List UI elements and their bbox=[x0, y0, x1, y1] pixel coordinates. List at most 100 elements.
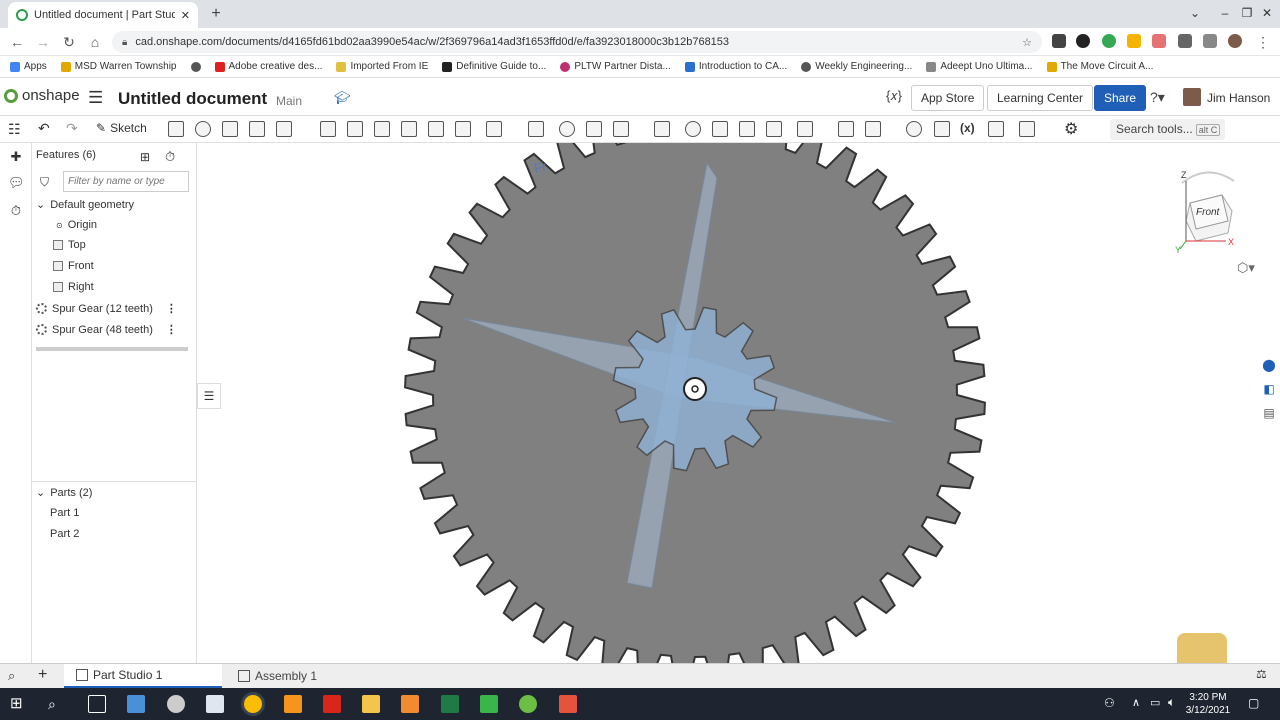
windows-start-icon[interactable]: ⊞ bbox=[10, 695, 28, 713]
revolve-icon[interactable] bbox=[195, 121, 211, 137]
extension-icon[interactable] bbox=[1152, 34, 1166, 48]
default-geometry-folder[interactable]: ⌄ Default geometry bbox=[36, 198, 134, 212]
move-face-icon[interactable] bbox=[739, 121, 755, 137]
onshape-logo[interactable]: onshape bbox=[4, 87, 80, 104]
hamburger-menu-icon[interactable]: ☰ bbox=[88, 88, 103, 108]
reload-icon[interactable]: ↻ bbox=[60, 33, 78, 51]
pattern-icon[interactable] bbox=[486, 121, 502, 137]
workspace-label[interactable]: Main bbox=[276, 94, 302, 108]
add-folder-icon[interactable]: ⊞ bbox=[140, 150, 150, 164]
extension-icon[interactable] bbox=[1102, 34, 1116, 48]
extension-icon[interactable] bbox=[1052, 34, 1066, 48]
feature-top-plane[interactable]: Top bbox=[53, 239, 86, 251]
more-menu-icon[interactable]: ⋮ bbox=[1254, 33, 1272, 51]
modify-fillet-icon[interactable] bbox=[685, 121, 701, 137]
extrude-icon[interactable] bbox=[168, 121, 184, 137]
taskbar-app-icon[interactable] bbox=[401, 695, 419, 713]
bookmark[interactable]: MSD Warren Township bbox=[60, 61, 177, 72]
gear-model-canvas[interactable]: Fr bbox=[197, 143, 1280, 663]
bookmark-apps[interactable]: Apps bbox=[10, 61, 47, 72]
bookmark[interactable]: The Move Circuit A... bbox=[1046, 61, 1153, 72]
star-icon[interactable]: ☆ bbox=[1022, 36, 1032, 49]
feature-origin[interactable]: ⊙ Origin bbox=[56, 219, 97, 231]
undo-icon[interactable]: ↶ bbox=[38, 120, 50, 137]
redo-icon[interactable]: ↷ bbox=[66, 120, 78, 137]
rollback-bar[interactable] bbox=[36, 347, 188, 351]
network-icon[interactable]: ▭ bbox=[1150, 696, 1160, 709]
window-caret-icon[interactable]: ⌄ bbox=[1180, 4, 1210, 22]
import-icon[interactable] bbox=[934, 121, 950, 137]
system-clock[interactable]: 3:20 PM 3/12/2021 bbox=[1180, 691, 1236, 717]
view-options-icon[interactable]: ⬡▾ bbox=[1237, 260, 1255, 276]
bookmark[interactable]: Weekly Engineering... bbox=[801, 61, 912, 72]
sweep-icon[interactable] bbox=[222, 121, 238, 137]
taskbar-app-icon[interactable] bbox=[167, 695, 185, 713]
replace-face-icon[interactable] bbox=[766, 121, 782, 137]
kebab-menu-icon[interactable]: ⋮ bbox=[166, 323, 177, 336]
bookmark[interactable]: PLTW Partner Dista... bbox=[560, 61, 671, 72]
back-icon[interactable]: ← bbox=[8, 33, 26, 51]
mirror-icon[interactable] bbox=[528, 121, 544, 137]
search-icon[interactable]: ⌕ bbox=[48, 695, 66, 713]
rib-icon[interactable] bbox=[401, 121, 417, 137]
units-icon[interactable]: ⚖ bbox=[1256, 667, 1267, 681]
home-icon[interactable]: ⌂ bbox=[86, 33, 104, 51]
volume-icon[interactable]: 🔈︎ bbox=[1168, 695, 1175, 710]
chamfer-icon[interactable] bbox=[347, 121, 363, 137]
app-store-button[interactable]: App Store bbox=[911, 85, 985, 111]
task-view-icon[interactable] bbox=[88, 695, 106, 713]
kebab-menu-icon[interactable]: ⋮ bbox=[166, 302, 177, 315]
bookmark[interactable] bbox=[190, 61, 201, 72]
variable-icon[interactable]: (x) bbox=[960, 121, 975, 135]
tab-part-studio-1[interactable]: Part Studio 1 bbox=[64, 664, 222, 688]
helix-icon[interactable] bbox=[906, 121, 922, 137]
parts-folder[interactable]: ⌄ Parts (2) bbox=[36, 486, 92, 500]
taskbar-app-icon[interactable] bbox=[559, 695, 577, 713]
loft-icon[interactable] bbox=[249, 121, 265, 137]
comments-icon[interactable]: 💬︎ bbox=[8, 175, 25, 191]
fillet-icon[interactable] bbox=[320, 121, 336, 137]
bookmark[interactable]: Definitive Guide to... bbox=[442, 61, 546, 72]
reading-list-icon[interactable] bbox=[1203, 34, 1217, 48]
instantiate-icon[interactable]: ✚ bbox=[8, 149, 24, 165]
appearance-icon[interactable]: ⬤ bbox=[1258, 358, 1280, 382]
taskbar-app-icon[interactable] bbox=[480, 695, 498, 713]
part-item[interactable]: Part 2 bbox=[50, 528, 79, 540]
bookmark[interactable]: Introduction to CA... bbox=[684, 61, 787, 72]
graphics-viewport[interactable]: ☰ Fr Front Z Y X ⬡▾ ⬤ ◧ ▤ bbox=[197, 143, 1280, 663]
url-field[interactable]: 🔒︎ cad.onshape.com/documents/d4165fd61bd… bbox=[112, 31, 1042, 53]
hole-icon[interactable] bbox=[455, 121, 471, 137]
feature-list-icon[interactable]: ☷ bbox=[8, 121, 21, 138]
google-drive-icon[interactable] bbox=[1127, 34, 1141, 48]
delete-face-icon[interactable] bbox=[712, 121, 728, 137]
taskbar-app-icon[interactable] bbox=[127, 695, 145, 713]
new-tab-button[interactable]: + bbox=[206, 4, 226, 24]
notifications-icon[interactable]: ▢ bbox=[1248, 696, 1259, 710]
forward-icon[interactable]: → bbox=[34, 33, 52, 51]
mass-properties-icon[interactable]: ◧ bbox=[1258, 382, 1280, 406]
view-cube[interactable]: Front Z Y X bbox=[1172, 163, 1242, 255]
document-title[interactable]: Untitled document bbox=[118, 89, 267, 109]
delete-part-icon[interactable] bbox=[654, 121, 670, 137]
rollback-timer-icon[interactable]: ⏱︎ bbox=[165, 149, 175, 165]
thicken-icon[interactable] bbox=[276, 121, 292, 137]
close-window-button[interactable]: ✕ bbox=[1252, 4, 1280, 22]
gear-icon[interactable]: ⚙︎ bbox=[1064, 119, 1078, 139]
learning-center-button[interactable]: Learning Center bbox=[987, 85, 1094, 111]
filter-icon[interactable]: ⛉ bbox=[40, 175, 49, 190]
feature-spur-gear-48[interactable]: Spur Gear (48 teeth) ⋮ bbox=[36, 323, 177, 336]
sketch-button[interactable]: ✎ Sketch bbox=[96, 121, 147, 135]
part-item[interactable]: Part 1 bbox=[50, 507, 79, 519]
taskbar-app-icon[interactable] bbox=[323, 695, 341, 713]
close-tab-icon[interactable]: ✕ bbox=[181, 9, 190, 22]
people-icon[interactable]: ⚇ bbox=[1104, 696, 1115, 710]
bookmark[interactable]: Adeept Uno Ultima... bbox=[926, 61, 1033, 72]
boolean-icon[interactable] bbox=[559, 121, 575, 137]
configurations-icon[interactable]: ▤ bbox=[1258, 406, 1280, 430]
transform-icon[interactable] bbox=[613, 121, 629, 137]
profile-avatar[interactable] bbox=[1228, 34, 1242, 48]
section-icon[interactable] bbox=[1019, 121, 1035, 137]
chrome-icon[interactable] bbox=[244, 695, 262, 713]
sheet-metal-icon[interactable] bbox=[865, 121, 881, 137]
feature-filter-input[interactable] bbox=[63, 171, 189, 192]
